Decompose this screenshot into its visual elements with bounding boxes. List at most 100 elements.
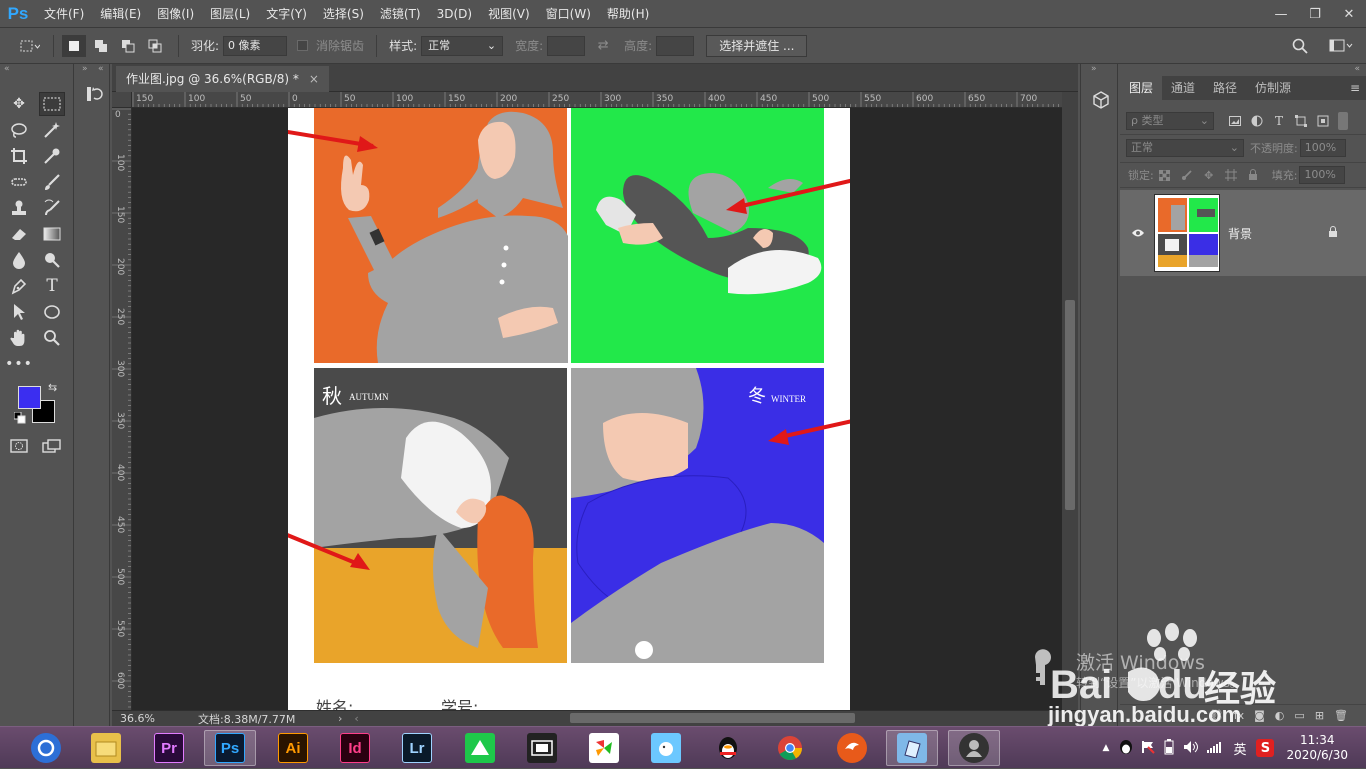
document-page[interactable]: 秋 AUTUMN 冬 WINTER 姓名: 学号: bbox=[288, 108, 850, 710]
filter-toggle[interactable] bbox=[1338, 112, 1348, 130]
tray-signal-icon[interactable] bbox=[1207, 741, 1223, 756]
filter-pixel-icon[interactable] bbox=[1224, 112, 1246, 130]
swap-dimensions-icon[interactable]: ⇄ bbox=[591, 35, 615, 57]
layer-filter-select[interactable]: ρ 类型 ⌄ bbox=[1126, 112, 1214, 130]
collapse-arrows-icon[interactable]: « bbox=[1354, 64, 1360, 74]
brush-tool-icon[interactable] bbox=[39, 170, 65, 194]
quick-mask-icon[interactable] bbox=[6, 434, 32, 458]
height-input[interactable] bbox=[656, 35, 695, 56]
start-search-button[interactable] bbox=[20, 730, 72, 766]
close-window-button[interactable]: ✕ bbox=[1332, 0, 1366, 28]
filter-smart-object-icon[interactable] bbox=[1312, 112, 1334, 130]
taskbar-photoshop[interactable]: Ps bbox=[204, 730, 256, 766]
blur-tool-icon[interactable] bbox=[6, 248, 32, 272]
new-selection-icon[interactable] bbox=[62, 34, 86, 57]
new-layer-icon[interactable]: ⊞ bbox=[1315, 709, 1324, 722]
default-colors-icon[interactable] bbox=[13, 411, 26, 427]
3d-panel-icon[interactable] bbox=[1089, 88, 1113, 112]
taskbar-qq[interactable] bbox=[702, 730, 754, 766]
tray-qq-icon[interactable] bbox=[1119, 739, 1133, 758]
clone-stamp-tool-icon[interactable] bbox=[6, 196, 32, 220]
ellipse-tool-icon[interactable] bbox=[39, 300, 65, 324]
menu-view[interactable]: 视图(V) bbox=[480, 0, 538, 28]
horizontal-scroll-thumb[interactable] bbox=[570, 713, 855, 723]
dodge-tool-icon[interactable] bbox=[39, 248, 65, 272]
select-and-mask-button[interactable]: 选择并遮住 ... bbox=[706, 34, 808, 57]
menu-select[interactable]: 选择(S) bbox=[315, 0, 372, 28]
tab-channels[interactable]: 通道 bbox=[1162, 76, 1204, 100]
rectangular-marquee-tool-icon[interactable] bbox=[39, 92, 65, 116]
vertical-scroll-thumb[interactable] bbox=[1065, 300, 1075, 510]
layer-row-background[interactable]: 背景 bbox=[1120, 190, 1366, 276]
expand-arrows-icon[interactable]: » bbox=[82, 64, 88, 74]
gradient-tool-icon[interactable] bbox=[39, 222, 65, 246]
taskbar-app-eagle[interactable] bbox=[826, 730, 878, 766]
panel-menu-icon[interactable]: ≡ bbox=[1344, 76, 1366, 100]
magic-wand-tool-icon[interactable] bbox=[39, 118, 65, 142]
menu-file[interactable]: 文件(F) bbox=[36, 0, 92, 28]
trash-icon[interactable]: 🗑 bbox=[1334, 709, 1348, 722]
ime-indicator[interactable]: 英 bbox=[1233, 739, 1246, 758]
menu-filter[interactable]: 滤镜(T) bbox=[372, 0, 429, 28]
menu-edit[interactable]: 编辑(E) bbox=[92, 0, 149, 28]
horizontal-ruler[interactable]: 150 100 50 0 50 100 150 200 250 300 350 … bbox=[132, 92, 1062, 108]
tab-layers[interactable]: 图层 bbox=[1120, 76, 1163, 100]
eraser-tool-icon[interactable] bbox=[6, 222, 32, 246]
menu-layer[interactable]: 图层(L) bbox=[202, 0, 258, 28]
more-tools-icon[interactable]: ••• bbox=[5, 352, 32, 376]
mask-icon[interactable]: ◙ bbox=[1254, 709, 1265, 722]
visibility-eye-icon[interactable] bbox=[1128, 228, 1148, 238]
intersect-selection-icon[interactable] bbox=[143, 35, 167, 57]
taskbar-chrome[interactable] bbox=[764, 730, 816, 766]
lock-image-icon[interactable] bbox=[1176, 166, 1198, 184]
healing-brush-tool-icon[interactable] bbox=[6, 170, 32, 194]
tray-expand-icon[interactable]: ▲ bbox=[1103, 743, 1110, 753]
lock-all-icon[interactable] bbox=[1242, 166, 1264, 184]
width-input[interactable] bbox=[547, 35, 586, 56]
foreground-color-swatch[interactable] bbox=[18, 386, 41, 409]
filter-adjustment-icon[interactable] bbox=[1246, 112, 1268, 130]
zoom-level[interactable]: 36.6% bbox=[112, 712, 164, 725]
document-tab[interactable]: 作业图.jpg @ 36.6%(RGB/8) * × bbox=[116, 66, 329, 92]
restore-button[interactable]: ❐ bbox=[1298, 0, 1332, 28]
crop-tool-icon[interactable] bbox=[6, 144, 32, 168]
layer-name[interactable]: 背景 bbox=[1228, 225, 1252, 242]
marquee-preset-icon[interactable] bbox=[18, 35, 42, 57]
collapse-arrows-icon[interactable]: « bbox=[4, 64, 10, 74]
menu-image[interactable]: 图像(I) bbox=[149, 0, 202, 28]
menu-window[interactable]: 窗口(W) bbox=[538, 0, 599, 28]
collapse-arrows-icon[interactable]: « bbox=[98, 64, 104, 74]
move-tool-icon[interactable]: ✥ bbox=[6, 92, 32, 116]
fx-icon[interactable]: fx bbox=[1234, 709, 1244, 722]
path-selection-tool-icon[interactable] bbox=[6, 300, 32, 324]
filter-type-icon[interactable]: T bbox=[1268, 112, 1290, 130]
pen-tool-icon[interactable] bbox=[6, 274, 32, 298]
taskbar-premiere[interactable]: Pr bbox=[143, 730, 195, 766]
taskbar-video-editor[interactable] bbox=[516, 730, 568, 766]
hand-tool-icon[interactable] bbox=[6, 326, 32, 350]
zoom-tool-icon[interactable] bbox=[39, 326, 65, 350]
history-panel-icon[interactable] bbox=[82, 82, 106, 106]
subtract-selection-icon[interactable] bbox=[116, 35, 140, 57]
menu-type[interactable]: 文字(Y) bbox=[258, 0, 315, 28]
style-select[interactable]: 正常 ⌄ bbox=[421, 35, 504, 56]
search-icon[interactable] bbox=[1288, 35, 1312, 57]
lasso-tool-icon[interactable] bbox=[6, 118, 32, 142]
type-tool-icon[interactable]: T bbox=[39, 274, 65, 298]
opacity-input[interactable]: 100% bbox=[1299, 138, 1346, 157]
taskbar-app-avatar[interactable] bbox=[948, 730, 1000, 766]
taskbar-app-pinwheel[interactable] bbox=[578, 730, 630, 766]
menu-help[interactable]: 帮助(H) bbox=[599, 0, 657, 28]
screen-mode-icon[interactable] bbox=[39, 434, 65, 458]
swap-colors-icon[interactable]: ⇆ bbox=[48, 381, 57, 394]
tray-volume-icon[interactable] bbox=[1183, 740, 1199, 757]
close-tab-icon[interactable]: × bbox=[309, 66, 319, 92]
expand-arrows-icon[interactable]: » bbox=[1091, 64, 1097, 74]
tray-network-flag-icon[interactable] bbox=[1141, 740, 1156, 757]
vertical-ruler[interactable]: 0 100 150 200 250 300 350 400 450 500 55… bbox=[112, 108, 132, 710]
lock-position-icon[interactable]: ✥ bbox=[1198, 166, 1220, 184]
taskbar-lightroom[interactable]: Lr bbox=[391, 730, 443, 766]
taskbar-indesign[interactable]: Id bbox=[329, 730, 381, 766]
tab-clone-source[interactable]: 仿制源 bbox=[1246, 76, 1300, 100]
clock[interactable]: 11:34 2020/6/30 bbox=[1286, 733, 1348, 763]
